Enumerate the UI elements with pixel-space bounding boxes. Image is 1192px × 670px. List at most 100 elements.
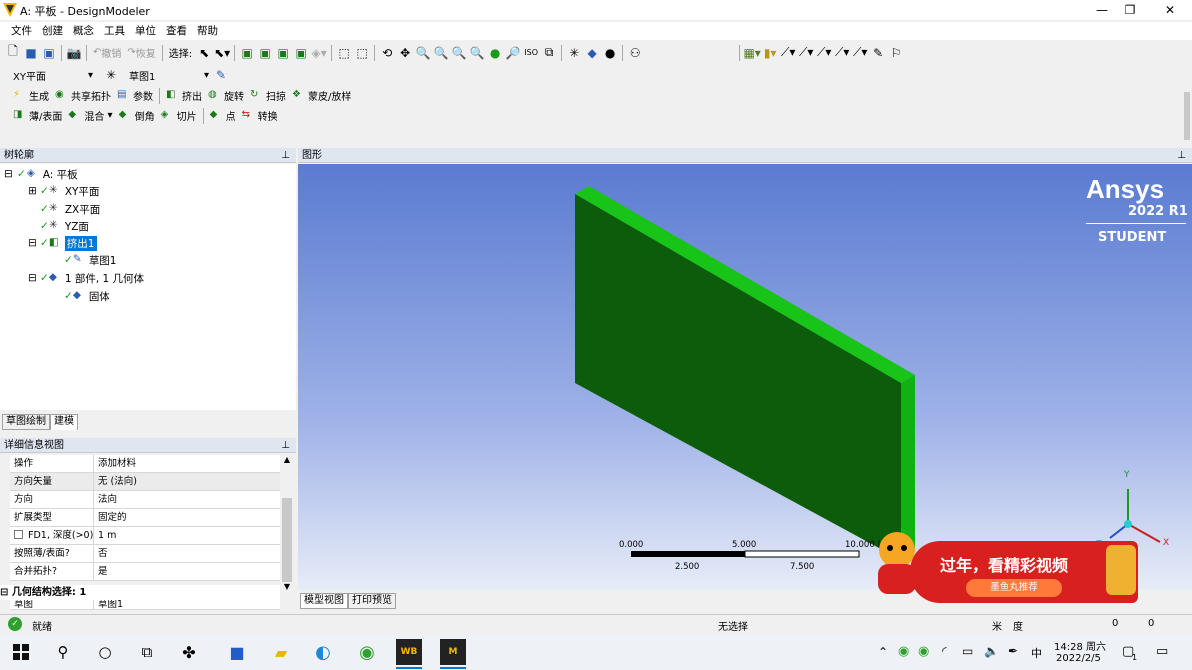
close-button[interactable]: ✕: [1152, 0, 1188, 20]
battery-icon[interactable]: ▭: [962, 644, 973, 658]
menu-concept[interactable]: 概念: [68, 22, 99, 40]
network-icon[interactable]: ◜: [942, 644, 947, 658]
extrude-button[interactable]: ◧ 挤出: [163, 86, 205, 105]
redo-button[interactable]: ↷ 恢复: [124, 43, 158, 62]
app-pinwheel-icon[interactable]: ✤: [176, 639, 202, 665]
details-scrollbar[interactable]: ▲ ▼: [281, 455, 293, 610]
tray-wechat-icon[interactable]: ◉: [918, 644, 929, 659]
pan-icon[interactable]: ✥: [396, 44, 414, 62]
start-icon[interactable]: [8, 639, 34, 665]
curve-tool3-icon[interactable]: ⟋▾: [815, 44, 833, 62]
thin-surface-button[interactable]: ◨ 薄/表面: [10, 106, 65, 125]
menu-create[interactable]: 创建: [37, 22, 68, 40]
ad-recommend-button[interactable]: 墨鱼丸推荐: [966, 579, 1062, 597]
blend-button[interactable]: ◆ 混合 ▾: [65, 106, 115, 125]
new-year-ad[interactable]: 过年，看精彩视频 墨鱼丸推荐: [910, 541, 1138, 603]
tree-node-xy-plane[interactable]: ⊞ ✓ ✳ XY平面: [28, 183, 99, 199]
tree-node-extrude[interactable]: ⊟ ✓ ◧ 挤出1: [28, 235, 97, 251]
store-icon[interactable]: ■: [224, 639, 250, 665]
point-display-icon[interactable]: ●: [601, 44, 619, 62]
cortana-icon[interactable]: ○: [92, 639, 118, 665]
ime-indicator[interactable]: 中: [1031, 645, 1042, 661]
scroll-down-icon[interactable]: ▼: [281, 582, 293, 591]
graphics-viewport[interactable]: Ansys 2022 R1 STUDENT 0.000 5.000 10.000…: [298, 164, 1192, 603]
pin-icon[interactable]: ⊥: [281, 148, 290, 163]
curve-tool5-icon[interactable]: ⟋▾: [851, 44, 869, 62]
detail-row[interactable]: FD1, 深度(>0) 1 m: [10, 527, 280, 545]
detail-row[interactable]: 按照薄/表面? 否: [10, 545, 280, 563]
share-topology-button[interactable]: ◉ 共享拓扑: [52, 86, 114, 105]
wireframe-icon[interactable]: ⚇: [626, 44, 644, 62]
plane-select[interactable]: XY平面 ▾: [10, 67, 96, 83]
zoom-fit-green-icon[interactable]: ●: [486, 44, 504, 62]
collapse-icon[interactable]: ⊟: [4, 168, 16, 180]
tree-node-zx-plane[interactable]: ✓ ✳ ZX平面: [40, 201, 100, 217]
tree-node-root[interactable]: ⊟ ✓ ◈ A: 平板: [4, 166, 78, 182]
tree-node-yz-plane[interactable]: ✓ ✳ YZ面: [40, 218, 89, 234]
curve-tool4-icon[interactable]: ⟋▾: [833, 44, 851, 62]
tab-model-view[interactable]: 模型视图: [300, 592, 348, 609]
pen-icon[interactable]: ✒: [1008, 644, 1018, 658]
collapse-icon[interactable]: ⊟: [28, 237, 40, 249]
slice-button[interactable]: ◈ 切片: [158, 106, 200, 125]
menu-units[interactable]: 单位: [130, 22, 161, 40]
tab-sketching[interactable]: 草图绘制: [2, 414, 50, 430]
menu-file[interactable]: 文件: [6, 22, 37, 40]
collapse-icon[interactable]: ⊟: [0, 587, 8, 598]
volume-icon[interactable]: 🔈: [984, 644, 999, 658]
new-icon[interactable]: 🗋: [4, 44, 22, 62]
expand-icon[interactable]: ⊞: [28, 185, 40, 197]
collapse-icon[interactable]: ⊟: [28, 272, 40, 284]
detail-row[interactable]: 扩展类型 固定的: [10, 509, 280, 527]
details-section[interactable]: ⊟ 几何结构选择: 1: [0, 585, 280, 600]
zoom-box-icon[interactable]: 🔍: [432, 44, 450, 62]
tab-print-preview[interactable]: 打印预览: [348, 592, 396, 609]
magnifier-icon[interactable]: 🔎: [504, 44, 522, 62]
search-icon[interactable]: ⚲: [50, 639, 76, 665]
revolve-button[interactable]: ◍ 旋转: [205, 86, 247, 105]
sketch-select[interactable]: 草图1 ▾: [126, 67, 212, 83]
chevron-up-icon[interactable]: ⌃: [878, 645, 888, 659]
menu-tools[interactable]: 工具: [99, 22, 130, 40]
display-icon[interactable]: ⧉: [540, 44, 558, 62]
box-select-icon[interactable]: ⬚: [335, 44, 353, 62]
tree-node-parts[interactable]: ⊟ ✓ ◆ 1 部件, 1 几何体: [28, 270, 144, 286]
select-body-icon[interactable]: ▣: [292, 44, 310, 62]
flag-tool-icon[interactable]: ⚐: [887, 44, 905, 62]
workbench-icon[interactable]: WB: [396, 639, 422, 665]
new-sketch-icon[interactable]: ✎: [212, 66, 230, 84]
file-explorer-icon[interactable]: ▰: [268, 639, 294, 665]
chamfer-button[interactable]: ◆ 倒角: [116, 106, 158, 125]
curve-tool2-icon[interactable]: ⟋▾: [797, 44, 815, 62]
clock-time[interactable]: 14:28 周六: [1054, 638, 1106, 653]
generate-button[interactable]: ⚡ 生成: [10, 86, 52, 105]
extend-select-icon[interactable]: ◈▾: [310, 44, 328, 62]
skin-loft-button[interactable]: ❖ 蒙皮/放样: [289, 86, 354, 105]
rotate-icon[interactable]: ⟲: [378, 44, 396, 62]
sweep-button[interactable]: ↻ 扫掠: [247, 86, 289, 105]
body-front-face[interactable]: [575, 194, 901, 560]
body-display-icon[interactable]: ◆: [583, 44, 601, 62]
color-bar-icon[interactable]: ▦▾: [743, 44, 761, 62]
parameters-button[interactable]: ▤ 参数: [114, 86, 156, 105]
tree-node-sketch[interactable]: ✓ ✎ 草图1: [64, 252, 117, 268]
select-filter-icon[interactable]: ⬉▾: [213, 44, 231, 62]
pin-icon[interactable]: ⊥: [281, 438, 290, 453]
convert-button[interactable]: ⇆ 转换: [239, 106, 281, 125]
zoom-in-icon[interactable]: 🔍: [450, 44, 468, 62]
designmodeler-taskbar-icon[interactable]: M: [440, 639, 466, 665]
select-point-icon[interactable]: ▣: [238, 44, 256, 62]
save-as-icon[interactable]: ▣: [40, 44, 58, 62]
scroll-thumb[interactable]: [282, 498, 292, 582]
task-view-icon[interactable]: ⧉: [134, 639, 160, 665]
iso-view-icon[interactable]: ISO: [522, 44, 540, 62]
curve-tool1-icon[interactable]: ⟋▾: [779, 44, 797, 62]
pin-icon[interactable]: ⊥: [1177, 148, 1186, 163]
tray-app-icon[interactable]: ◉: [898, 644, 909, 659]
show-desktop-icon[interactable]: ▭: [1156, 644, 1168, 659]
color-bar2-icon[interactable]: ▮▾: [761, 44, 779, 62]
app-green-icon[interactable]: ◉: [354, 639, 380, 665]
edge-icon[interactable]: ◐: [310, 639, 336, 665]
select-face-icon[interactable]: ▣: [274, 44, 292, 62]
screenshot-icon[interactable]: 📷: [65, 44, 83, 62]
